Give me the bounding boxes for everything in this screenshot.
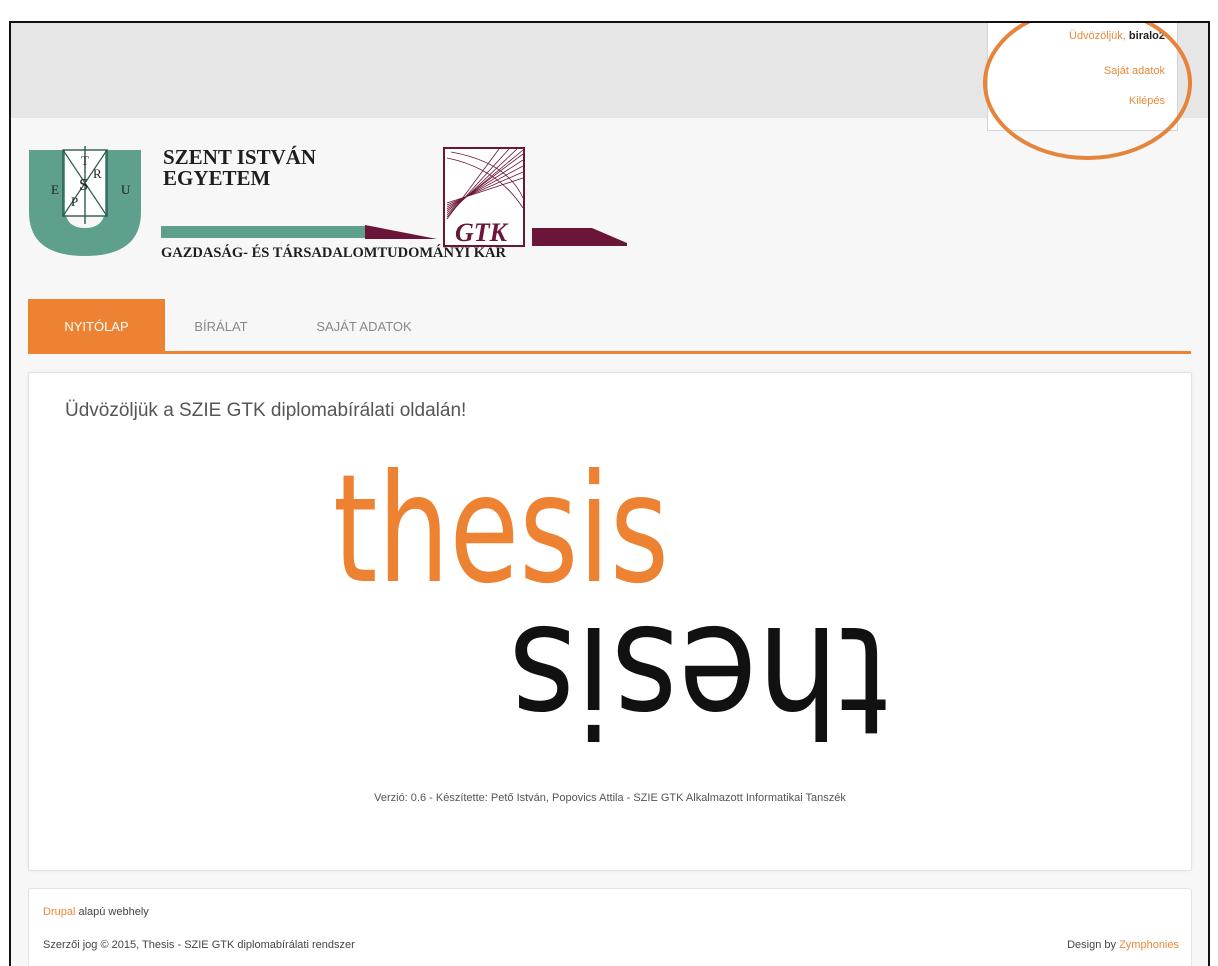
seal-letter: P xyxy=(71,194,78,209)
version-info: Verzió: 0.6 - Készítette: Pető István, P… xyxy=(374,792,846,804)
welcome-label: Üdvözöljük, xyxy=(1069,30,1126,42)
seal-letter: E xyxy=(51,182,59,197)
thesis-logo-text-black: thesis xyxy=(509,592,889,753)
seal-letter: R xyxy=(93,166,102,181)
drupal-link[interactable]: Drupal xyxy=(43,906,75,918)
footer-platform-line: Drupal alapú webhely xyxy=(43,906,149,918)
own-data-link[interactable]: Saját adatok xyxy=(1104,65,1165,77)
username: biralo2 xyxy=(1128,30,1165,42)
faculty-name: GAZDASÁG- ÉS TÁRSADALOMTUDOMÁNYI KAR xyxy=(161,245,506,261)
thesis-logo-text-orange: thesis xyxy=(333,443,669,617)
footer: Drupal alapú webhely Szerzői jog © 2015,… xyxy=(28,888,1192,966)
main-content: Üdvözöljük a SZIE GTK diplomabírálati ol… xyxy=(28,372,1192,871)
footer-copyright: Szerzői jog © 2015, Thesis - SZIE GTK di… xyxy=(43,939,355,951)
university-name-line1: SZENT ISTVÁN xyxy=(163,145,317,169)
zymphonies-link[interactable]: Zymphonies xyxy=(1119,939,1179,951)
university-name: SZENT ISTVÁN EGYETEM xyxy=(163,147,316,189)
footer-design-credit: Design by Zymphonies xyxy=(1067,939,1179,951)
welcome-line: Üdvözöljük, biralo2 xyxy=(1069,30,1165,42)
gtk-label: GTK xyxy=(455,218,509,247)
nav-underline xyxy=(28,351,1191,354)
logout-link[interactable]: Kilépés xyxy=(1129,95,1165,107)
main-nav: NYITÓLAP BÍRÁLAT SAJÁT ADATOK xyxy=(28,299,1191,354)
seal-letter: U xyxy=(121,182,131,197)
design-prefix: Design by xyxy=(1067,939,1120,951)
tab-sajat-adatok[interactable]: SAJÁT ADATOK xyxy=(296,299,432,351)
seal-letter: S xyxy=(79,175,88,194)
drupal-suffix: alapú webhely xyxy=(75,906,149,918)
browser-frame: Üdvözöljük, biralo2 Saját adatok Kilépés… xyxy=(9,21,1210,966)
university-name-line2: EGYETEM xyxy=(163,166,271,190)
thesis-logo: thesis thesis xyxy=(333,443,889,753)
university-logo[interactable]: T R S P E U GTK SZENT ISTVÁN EGYETEM GAZ… xyxy=(27,138,634,278)
tab-nyitolap[interactable]: NYITÓLAP xyxy=(28,299,165,351)
seal-letter: T xyxy=(81,153,89,168)
tab-biralat[interactable]: BÍRÁLAT xyxy=(178,299,264,351)
user-menu: Üdvözöljük, biralo2 Saját adatok Kilépés xyxy=(987,23,1178,131)
page-title: Üdvözöljük a SZIE GTK diplomabírálati ol… xyxy=(65,400,467,421)
